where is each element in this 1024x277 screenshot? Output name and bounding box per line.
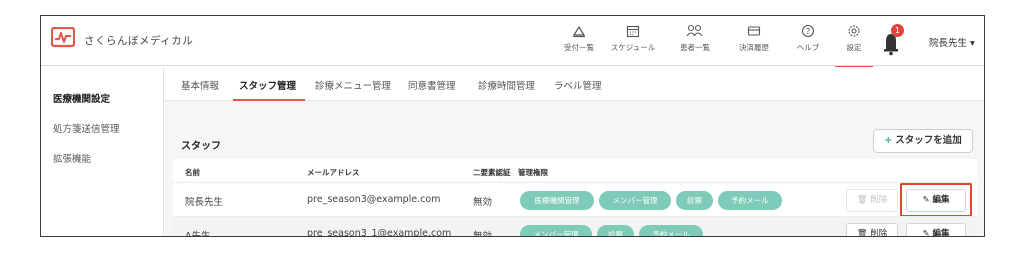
table-row: A先生 pre_season3_1@example.com 無効 メンバー管理 … — [173, 216, 977, 237]
sidebar-item-medical-institution-settings[interactable]: 医療機関設定 — [53, 91, 110, 105]
nav-settings-label: 設定 — [846, 43, 862, 52]
permission-tag: 診察 — [597, 225, 634, 236]
permission-tag: 予約メール — [639, 225, 703, 236]
notification-badge: 1 — [891, 24, 904, 37]
payment-icon — [747, 26, 761, 36]
edit-button-highlight — [900, 183, 972, 217]
tab-label-management[interactable]: ラベル管理 — [554, 78, 602, 92]
brand-name[interactable]: さくらんぼメディカル — [84, 33, 193, 48]
pencil-icon: ✎ — [922, 229, 930, 237]
add-staff-button[interactable]: + スタッフを追加 — [873, 129, 973, 153]
tab-staff-management[interactable]: スタッフ管理 — [239, 78, 296, 92]
add-staff-label: スタッフを追加 — [895, 135, 962, 146]
nav-payments[interactable]: 決済履歴 — [727, 22, 781, 62]
user-menu[interactable]: 院長先生 ▾ — [929, 35, 975, 49]
staff-email: pre_season3_1@example.com — [307, 228, 452, 237]
sidebar-item-extensions[interactable]: 拡張機能 — [53, 151, 91, 165]
sidebar-item-prescription-sending[interactable]: 処方箋送信管理 — [53, 121, 120, 135]
tab-hours-management[interactable]: 診療時間管理 — [478, 78, 535, 92]
staff-name: A先生 — [185, 231, 211, 237]
settings-icon — [848, 25, 860, 37]
calendar-icon — [626, 25, 640, 38]
delete-button[interactable]: 🗑 削除 — [846, 223, 898, 237]
staff-table: 名前 メールアドレス 二要素認証 管理権限 院長先生 pre_season3@e… — [173, 159, 977, 237]
main-content: 基本情報 スタッフ管理 診療メニュー管理 同意書管理 診療時間管理 ラベル管理 … — [165, 67, 984, 237]
delete-button: 🗑 削除 — [846, 189, 898, 212]
staff-name: 院長先生 — [185, 197, 224, 208]
settings-tabs: 基本情報 スタッフ管理 診療メニュー管理 同意書管理 診療時間管理 ラベル管理 — [165, 67, 984, 101]
table-row: 院長先生 pre_season3@example.com 無効 医療機関管理 メ… — [173, 182, 977, 217]
nav-patients-label: 患者一覧 — [680, 43, 710, 52]
nav-reception-label: 受付一覧 — [564, 43, 594, 52]
top-navigation-bar: さくらんぼメディカル 受付一覧 スケジュール 患者一覧 決済履歴 ? ヘルプ 設… — [41, 16, 984, 68]
staff-email: pre_season3@example.com — [307, 194, 441, 205]
nav-payments-label: 決済履歴 — [739, 43, 769, 52]
permission-tag: メンバー管理 — [599, 191, 671, 210]
staff-two-factor: 無効 — [473, 197, 493, 208]
permission-tag: 診察 — [676, 191, 713, 210]
sidebar: 医療機関設定 処方箋送信管理 拡張機能 — [41, 67, 164, 236]
app-window: さくらんぼメディカル 受付一覧 スケジュール 患者一覧 決済履歴 ? ヘルプ 設… — [40, 15, 985, 237]
column-header-name: 名前 — [185, 168, 200, 177]
column-header-permissions: 管理権限 — [518, 168, 548, 177]
trash-icon: 🗑 — [856, 229, 868, 237]
patients-icon — [686, 24, 703, 37]
nav-reception[interactable]: 受付一覧 — [552, 22, 606, 62]
permission-tag: 予約メール — [718, 191, 782, 210]
notification-button[interactable]: 1 — [879, 24, 907, 60]
edit-button[interactable]: ✎ 編集 — [906, 223, 966, 237]
nav-patients[interactable]: 患者一覧 — [668, 22, 722, 62]
plus-circle-icon: + — [884, 135, 893, 146]
edit-label: 編集 — [932, 229, 950, 237]
help-icon: ? — [801, 24, 815, 38]
staff-two-factor: 無効 — [473, 231, 493, 237]
column-header-email: メールアドレス — [307, 168, 360, 177]
svg-text:?: ? — [806, 27, 810, 36]
brand-logo-icon[interactable] — [51, 27, 75, 49]
section-title: スタッフ — [181, 141, 221, 152]
nav-settings[interactable]: 設定 — [827, 22, 881, 68]
delete-label: 削除 — [870, 229, 888, 237]
tab-menu-management[interactable]: 診療メニュー管理 — [315, 78, 391, 92]
permission-tag: メンバー管理 — [520, 225, 592, 236]
nav-schedule[interactable]: スケジュール — [606, 22, 660, 62]
trash-icon: 🗑 — [856, 195, 868, 205]
delete-label: 削除 — [870, 195, 888, 205]
permission-tag: 医療機関管理 — [520, 191, 594, 210]
active-tab-indicator — [233, 99, 305, 101]
tab-consent-management[interactable]: 同意書管理 — [408, 78, 456, 92]
nav-schedule-label: スケジュール — [610, 43, 656, 52]
reception-icon — [572, 25, 586, 38]
tab-basic-info[interactable]: 基本情報 — [181, 78, 219, 92]
column-header-two-factor: 二要素認証 — [473, 168, 511, 177]
